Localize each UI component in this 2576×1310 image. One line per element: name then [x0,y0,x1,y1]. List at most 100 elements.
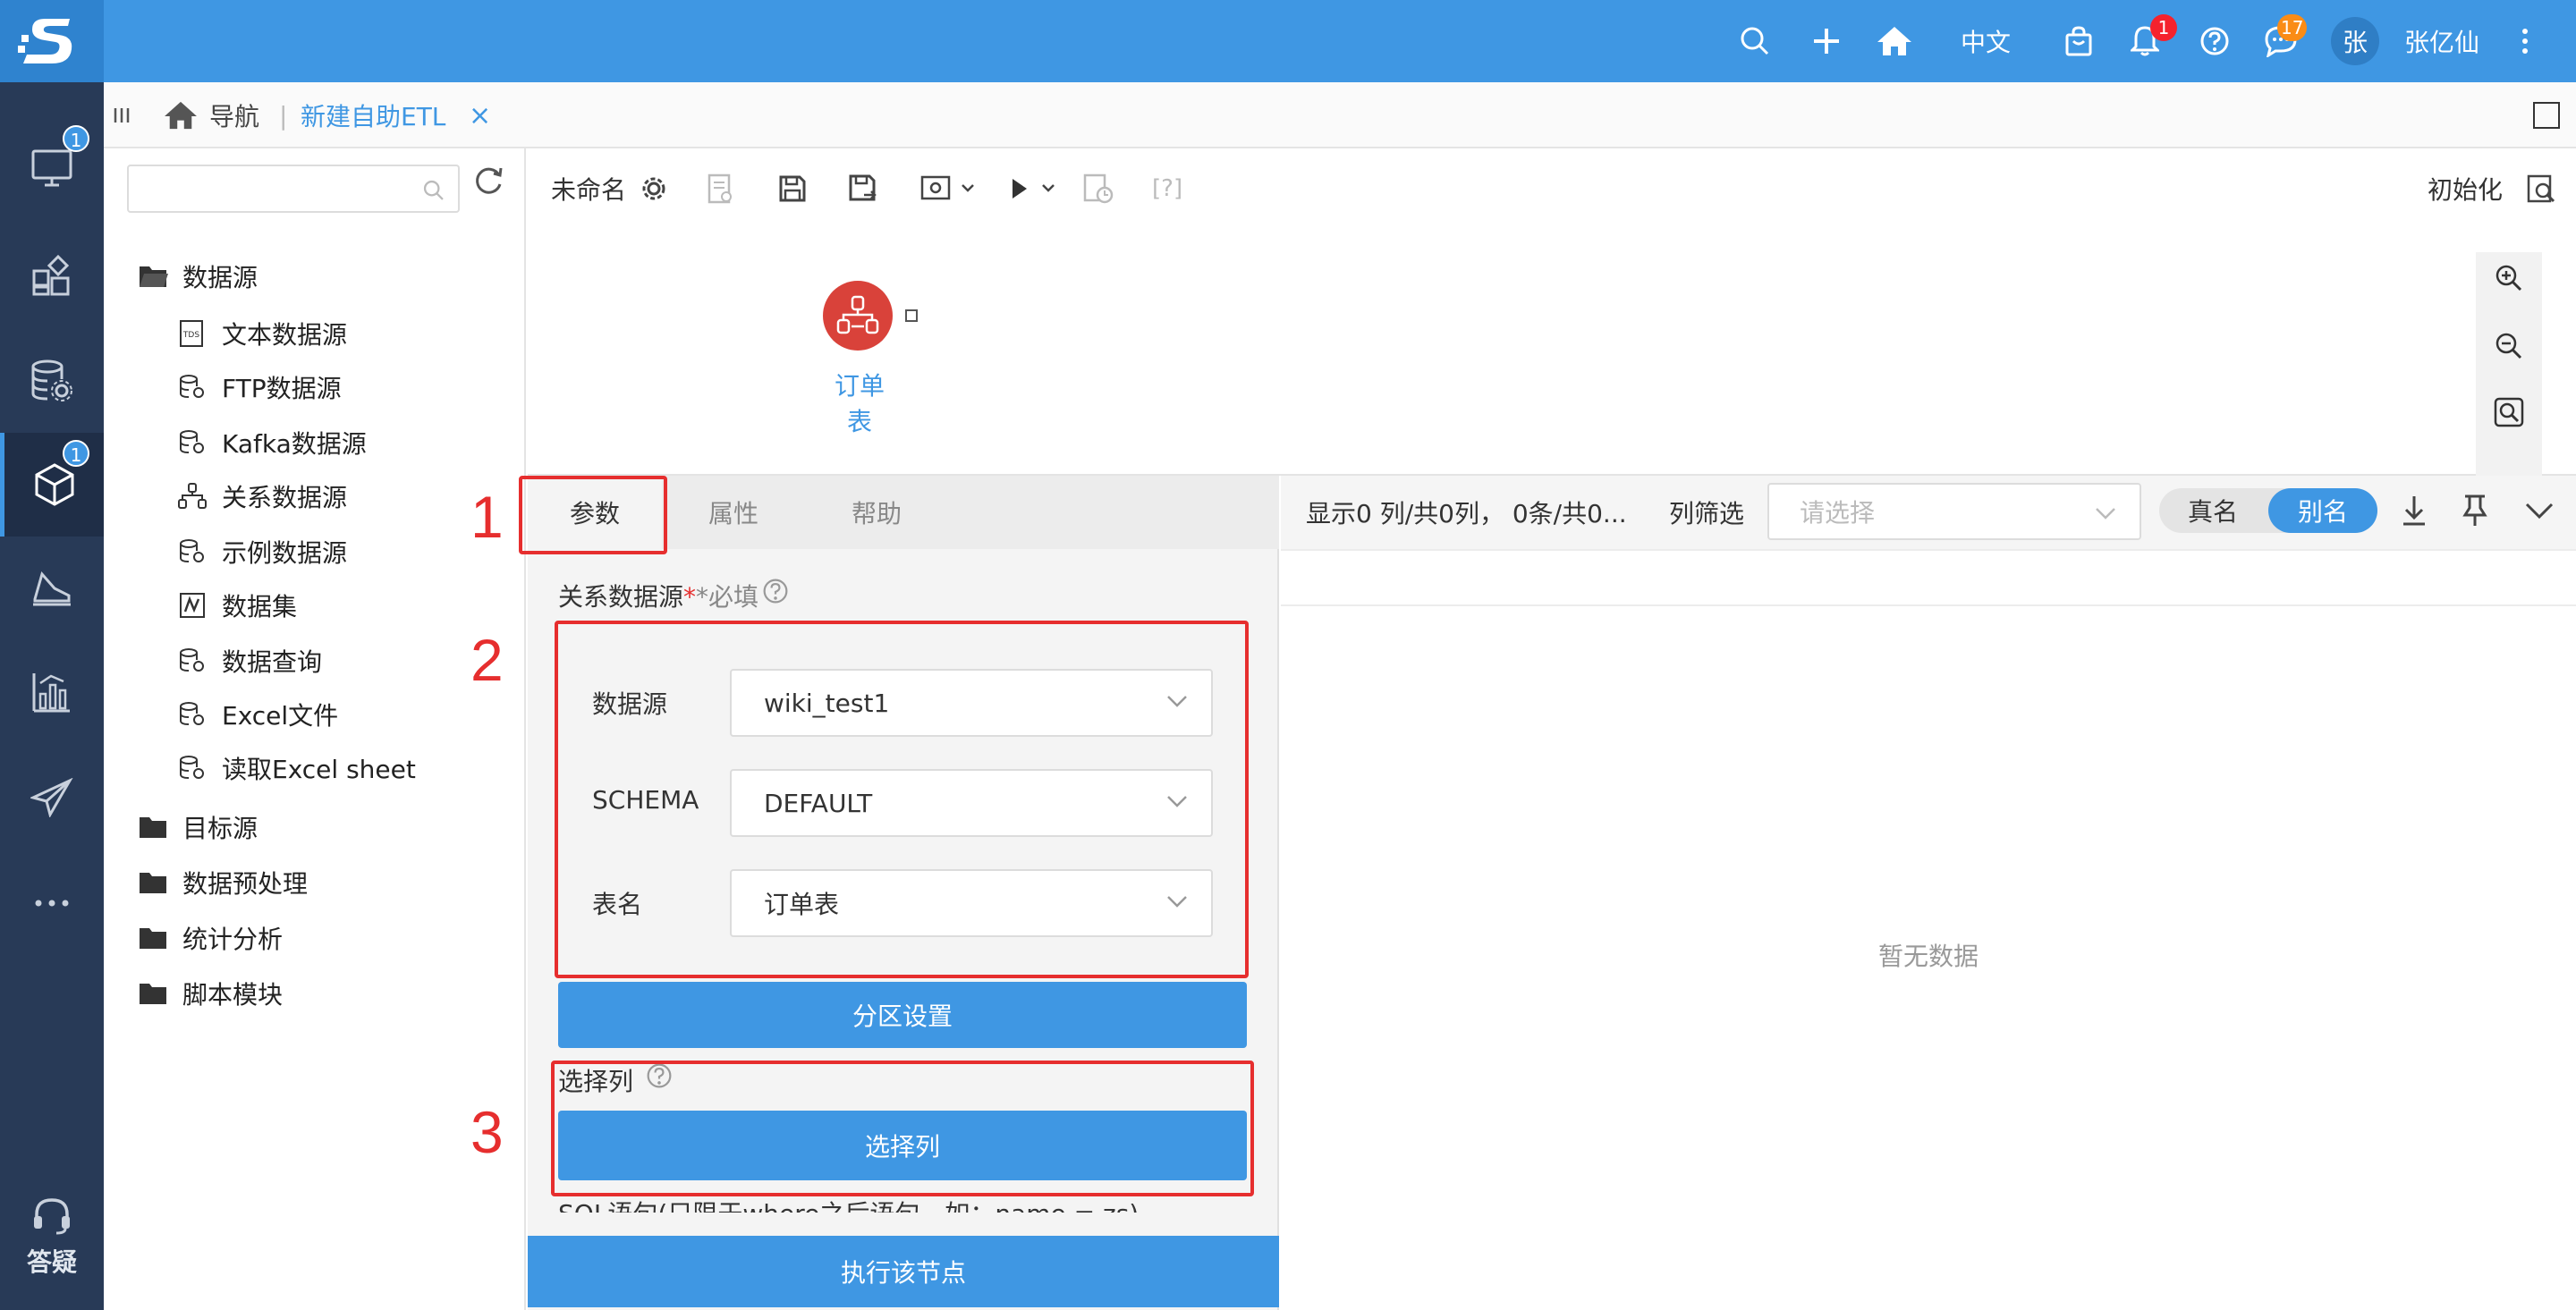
avatar-initial: 张 [2342,28,2368,57]
tab-navigation-label: 导航 [209,102,260,131]
search-icon[interactable] [1735,0,1775,82]
chart-slope-icon [33,570,71,606]
app-logo[interactable] [0,0,104,82]
nav-etl-badge: 1 [63,440,89,467]
annotation-box-1 [519,476,667,554]
component-search-input[interactable] [127,165,460,213]
properties-doc-icon[interactable] [707,166,733,211]
execute-node-button[interactable]: 执行该节点 [528,1236,1279,1307]
help-label: 答疑 [26,1247,77,1277]
annotation-number-3: 3 [470,1099,504,1165]
bell-icon[interactable] [2125,0,2165,82]
column-filter-select[interactable]: 请选择 [1767,483,2141,540]
tree-item[interactable]: 关系数据源 [177,472,347,520]
nav-publish[interactable] [0,746,104,849]
empty-state: 暂无数据 [1877,942,1979,971]
nav-monitor[interactable] [0,116,104,220]
preview-search-icon[interactable] [2526,166,2556,211]
db-icon [177,753,208,783]
db-icon [177,646,208,676]
tree-folder[interactable]: 数据源 [138,252,258,300]
tree-item[interactable]: TDS 文本数据源 [177,309,347,358]
flow-title: 未命名 [551,175,627,205]
cube-icon [35,463,73,506]
toggle-alias[interactable]: 别名 [2268,488,2377,533]
run-dropdown-icon[interactable] [1007,166,1061,211]
tree-item-label: 文本数据源 [222,320,348,350]
tree-item[interactable]: 数据集 [177,581,297,630]
pin-icon[interactable] [2462,494,2488,528]
folder-open-icon [138,261,168,292]
components-icon [32,255,70,296]
user-avatar[interactable]: 张 [2329,0,2381,82]
zoom-fit-icon[interactable] [2494,397,2524,427]
help-icon[interactable] [2195,0,2234,82]
result-toolbar: 显示0 列/共0列， 0条/共0... 列筛选 请选择 真名 别名 [1281,476,2576,549]
tree-item-label: Kafka数据源 [222,429,367,459]
nav-more[interactable] [0,851,104,955]
annotation-box-2 [555,621,1249,978]
tab-help[interactable]: 帮助 [805,476,948,549]
home-icon[interactable] [1873,0,1916,82]
tab-new-etl[interactable]: 新建自助ETL [301,82,445,148]
tree-item-label: 数据查询 [222,647,323,677]
home-icon [165,101,197,130]
nav-analysis[interactable] [0,640,104,744]
tree-item[interactable]: 数据查询 [177,637,322,685]
download-icon[interactable] [2399,494,2429,528]
tree-item[interactable]: 读取Excel sheet [177,744,416,792]
required-label: **必填 [683,582,759,612]
annotation-number-2: 2 [470,627,504,693]
tab-attributes[interactable]: 属性 [662,476,805,549]
nav-help[interactable]: 答疑 [0,1179,104,1295]
node-port[interactable] [905,309,918,322]
tree-item[interactable]: FTP数据源 [177,363,342,411]
tree-item[interactable]: Excel文件 [177,690,338,739]
language-switch[interactable]: 中文 [1955,0,2016,82]
init-button[interactable]: 初始化 [2428,166,2503,211]
question-icon[interactable] [762,578,789,604]
nav-report[interactable] [0,537,104,640]
name-toggle[interactable]: 真名 别名 [2159,488,2377,533]
refresh-icon[interactable] [472,165,504,197]
tree-item-label: 关系数据源 [222,483,348,512]
tab-navigation[interactable]: 导航 [163,82,259,148]
bar-chart-icon [32,673,70,713]
zoom-out-icon[interactable] [2494,331,2524,361]
username[interactable]: 张亿仙 [2397,0,2487,82]
tree-item[interactable]: 示例数据源 [177,528,347,576]
more-vertical-icon[interactable] [2512,0,2538,82]
nav-components[interactable] [0,224,104,327]
tree-item-label: 统计分析 [182,925,284,954]
zoom-in-icon[interactable] [2494,263,2524,293]
db-icon [177,699,208,730]
tree-item[interactable]: Kafka数据源 [177,418,367,467]
nav-data-settings[interactable] [0,329,104,433]
message-icon[interactable] [2261,0,2301,82]
tab-row: 导航 | 新建自助ETL × [104,82,2576,148]
tree-folder[interactable]: 目标源 [138,803,258,851]
add-icon[interactable] [1807,0,1846,82]
tree-folder[interactable]: 统计分析 [138,914,283,962]
collapse-chevron-icon[interactable] [2524,501,2555,520]
save-as-icon[interactable] [848,166,878,211]
tab-close-icon[interactable]: × [469,82,491,148]
more-horizontal-icon [35,900,69,907]
settings-gear-icon[interactable] [640,166,667,211]
partition-settings-button[interactable]: 分区设置 [558,982,1247,1048]
toggle-real-name[interactable]: 真名 [2159,488,2267,533]
db-icon [177,372,208,402]
etl-node-label: 订单表 [834,371,885,436]
help-bracket[interactable]: [?] [1152,166,1182,211]
tree-folder[interactable]: 脚本模块 [138,969,283,1018]
tab-new-etl-label: 新建自助ETL [301,102,446,131]
shop-icon[interactable] [2059,0,2098,82]
history-icon[interactable] [1082,166,1114,211]
tree-folder[interactable]: 数据预处理 [138,858,308,907]
db-icon [177,427,208,458]
schedule-dropdown-icon[interactable] [919,166,977,211]
etl-node-order-table[interactable]: 订单表 [823,281,893,436]
menu-toggle-icon[interactable] [113,82,131,148]
save-icon[interactable] [778,166,807,211]
maximize-icon[interactable] [2533,82,2560,148]
